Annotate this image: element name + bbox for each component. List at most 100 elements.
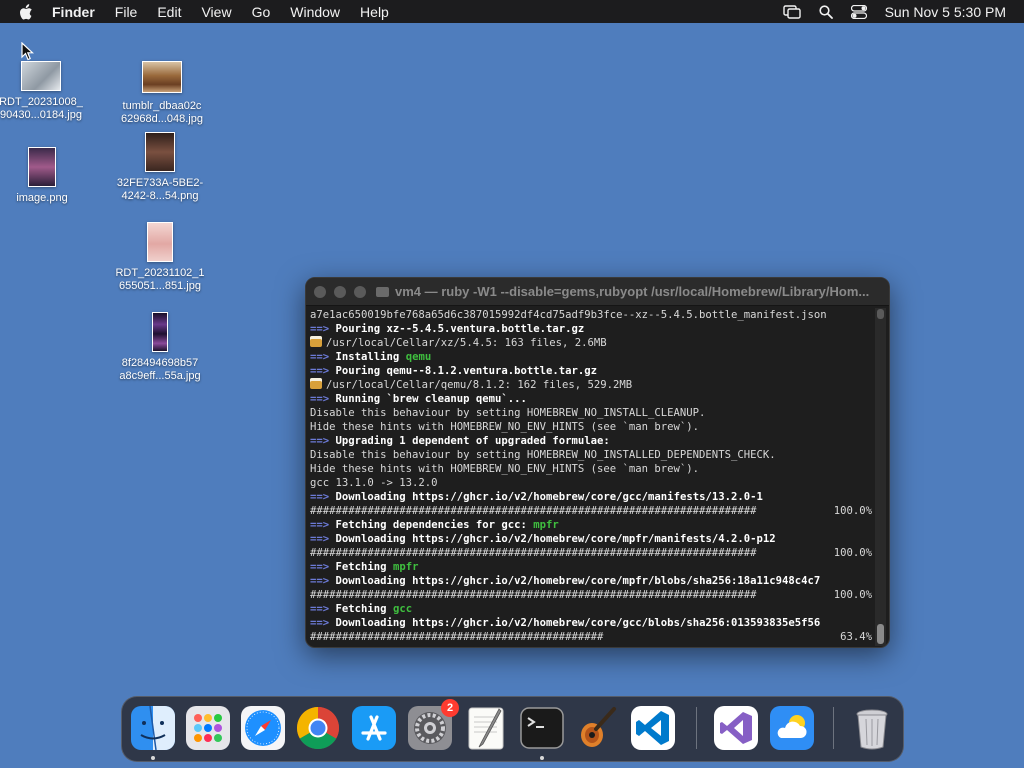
terminal-line: Hide these hints with HOMEBREW_NO_ENV_HI…	[310, 463, 700, 475]
finder-icon	[131, 705, 175, 751]
minimize-window-button[interactable]	[334, 285, 346, 298]
menu-view[interactable]: View	[191, 4, 241, 20]
dock-chrome[interactable]	[295, 705, 341, 751]
file-name-line-2: a8c9eff...55a.jpg	[119, 370, 201, 382]
dock-textedit[interactable]	[463, 705, 509, 751]
dock-finder[interactable]	[130, 705, 176, 760]
dock: 2	[121, 696, 904, 762]
window-title: vm4 — ruby -W1 --disable=gems,rubyopt /u…	[376, 284, 876, 299]
progress-line: ########################################…	[310, 547, 872, 559]
trash-icon	[856, 709, 888, 750]
dock-terminal[interactable]	[519, 705, 565, 760]
image-thumbnail	[145, 132, 175, 172]
file-name-line-1: 32FE733A-5BE2-	[116, 177, 204, 189]
dock-launchpad[interactable]	[185, 705, 231, 751]
beer-mug-icon	[310, 378, 322, 389]
progress-line-current: ########################################…	[310, 631, 872, 643]
file-name-line-2: 655051...851.jpg	[119, 280, 201, 292]
progress-line: ########################################…	[310, 589, 872, 601]
vscode-icon	[631, 706, 675, 750]
visual-studio-icon	[714, 706, 758, 750]
terminal-line: ==> Fetching mpfr	[310, 561, 419, 573]
window-title-bar[interactable]: vm4 — ruby -W1 --disable=gems,rubyopt /u…	[306, 278, 889, 306]
dock-trash[interactable]	[849, 705, 895, 751]
menu-window[interactable]: Window	[280, 4, 350, 20]
image-thumbnail	[152, 312, 168, 352]
terminal-line: ==> Fetching gcc	[310, 603, 413, 615]
menu-file[interactable]: File	[105, 4, 148, 20]
scrollbar-thumb-top[interactable]	[877, 309, 884, 319]
menu-bar: Finder File Edit View Go Window Help Sun…	[0, 0, 1024, 23]
desktop-file-rdt-20231102[interactable]: RDT_20231102_1 655051...851.jpg	[105, 222, 215, 293]
terminal-line: /usr/local/Cellar/qemu/8.1.2: 162 files,…	[310, 378, 872, 392]
scrollbar-thumb[interactable]	[877, 624, 884, 644]
desktop-file-image-png[interactable]: image.png	[0, 147, 97, 205]
notification-badge: 2	[441, 699, 459, 717]
dock-safari[interactable]	[240, 705, 286, 751]
terminal-window[interactable]: vm4 — ruby -W1 --disable=gems,rubyopt /u…	[305, 277, 890, 648]
file-name-line-1: RDT_20231102_1	[115, 267, 205, 279]
spotlight-search-icon[interactable]	[818, 4, 833, 19]
weather-icon	[770, 706, 814, 750]
mouse-pointer-icon	[21, 42, 34, 61]
menu-go[interactable]: Go	[242, 4, 281, 20]
image-thumbnail	[147, 222, 173, 262]
desktop-file-tumblr[interactable]: tumblr_dbaa02c 62968d...048.jpg	[107, 61, 217, 126]
image-thumbnail	[142, 61, 182, 93]
terminal-line: ==> Pouring qemu--8.1.2.ventura.bottle.t…	[310, 365, 598, 377]
close-window-button[interactable]	[314, 285, 326, 298]
terminal-line: /usr/local/Cellar/xz/5.4.5: 163 files, 2…	[310, 336, 872, 350]
window-title-text: vm4 — ruby -W1 --disable=gems,rubyopt /u…	[395, 284, 870, 299]
terminal-line: ==> Pouring xz--5.4.5.ventura.bottle.tar…	[310, 323, 585, 335]
dock-visual-studio[interactable]	[713, 705, 759, 751]
zoom-window-button[interactable]	[354, 285, 366, 298]
file-name-line-1: tumblr_dbaa02c	[122, 100, 202, 112]
dock-system-settings[interactable]: 2	[407, 699, 459, 751]
file-name-line-2: 4242-8...54.png	[121, 190, 199, 202]
terminal-scrollbar[interactable]	[875, 308, 886, 646]
dock-app-store[interactable]	[351, 705, 397, 751]
menu-finder[interactable]: Finder	[52, 4, 105, 20]
terminal-line: ==> Downloading https://ghcr.io/v2/homeb…	[310, 533, 776, 545]
beer-mug-icon	[310, 336, 322, 347]
terminal-line: ==> Running `brew cleanup qemu`...	[310, 393, 527, 405]
control-center-icon[interactable]	[850, 4, 867, 19]
terminal-line: Disable this behaviour by setting HOMEBR…	[310, 407, 706, 419]
apple-menu[interactable]	[0, 3, 52, 20]
screen-mirroring-icon[interactable]	[782, 4, 801, 19]
desktop-file-32fe733a[interactable]: 32FE733A-5BE2- 4242-8...54.png	[105, 132, 215, 203]
dock-weather[interactable]	[769, 705, 815, 751]
terminal-line: gcc 13.1.0 -> 13.2.0	[310, 477, 438, 489]
running-indicator	[540, 756, 544, 760]
menu-bar-clock[interactable]: Sun Nov 5 5:30 PM	[885, 4, 1006, 20]
file-name-line-1: image.png	[16, 192, 68, 204]
folder-icon	[376, 286, 389, 297]
terminal-output[interactable]: a7e1ac650019bfe768a65d6c387015992df4cd75…	[310, 308, 872, 646]
image-thumbnail	[28, 147, 56, 187]
terminal-line: Disable this behaviour by setting HOMEBR…	[310, 449, 776, 461]
terminal-line: ==> Downloading https://ghcr.io/v2/homeb…	[310, 617, 821, 629]
garageband-guitar-icon	[581, 707, 616, 747]
desktop-file-rdt-20231008[interactable]: RDT_20231008_ 90430...0184.jpg	[0, 61, 96, 122]
terminal-icon	[520, 707, 564, 749]
desktop-file-8f28494698b57[interactable]: 8f28494698b57 a8c9eff...55a.jpg	[105, 312, 215, 383]
image-thumbnail	[21, 61, 61, 91]
dock-separator	[833, 707, 834, 749]
apple-icon	[20, 3, 32, 20]
menu-edit[interactable]: Edit	[147, 4, 191, 20]
dock-separator	[696, 707, 697, 749]
terminal-line: ==> Downloading https://ghcr.io/v2/homeb…	[310, 491, 763, 503]
dock-garageband[interactable]	[574, 705, 620, 751]
terminal-line: Hide these hints with HOMEBREW_NO_ENV_HI…	[310, 421, 700, 433]
menu-help[interactable]: Help	[350, 4, 399, 20]
app-store-icon	[352, 706, 396, 750]
file-name-line-2: 62968d...048.jpg	[121, 113, 203, 125]
terminal-line: a7e1ac650019bfe768a65d6c387015992df4cd75…	[310, 309, 827, 321]
file-name-line-2: 90430...0184.jpg	[0, 109, 82, 121]
terminal-line: ==> Upgrading 1 dependent of upgraded fo…	[310, 435, 610, 447]
dock-visual-studio-code[interactable]	[630, 705, 676, 751]
file-name-line-1: 8f28494698b57	[121, 357, 199, 369]
progress-line: ########################################…	[310, 505, 872, 517]
launchpad-icon	[186, 706, 230, 750]
terminal-line: ==> Installing qemu	[310, 351, 432, 363]
